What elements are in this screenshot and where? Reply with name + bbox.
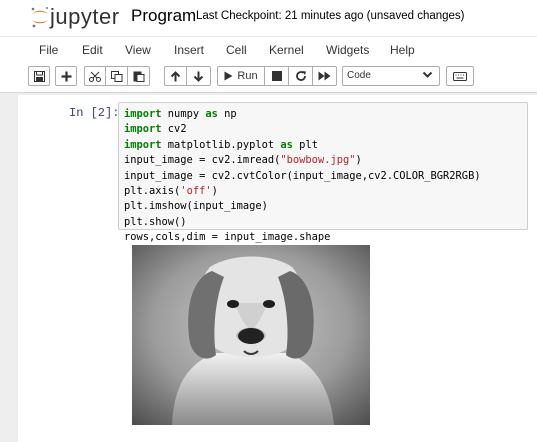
dog-right-eye (263, 300, 275, 308)
code-token: numpy (161, 108, 206, 120)
code-keyword: as (280, 138, 293, 151)
checkpoint-status: Last Checkpoint: 21 minutes ago (unsaved… (196, 10, 465, 22)
paste-icon (133, 71, 144, 82)
arrow-down-icon (193, 71, 204, 82)
menu-kernel[interactable]: Kernel (269, 43, 304, 57)
code-editor[interactable]: import numpy as np import cv2 import matpl… (118, 102, 528, 243)
copy-icon (110, 70, 122, 82)
save-icon (33, 70, 45, 82)
code-token: plt.show() (124, 215, 187, 228)
code-line[interactable]: import numpy as np (124, 107, 527, 122)
restart-icon (295, 71, 306, 81)
dog-left-eye (227, 300, 239, 308)
code-string: 'off' (180, 184, 212, 197)
code-line[interactable]: rows,cols,dim = input_image.shape (124, 230, 527, 245)
copy-button[interactable] (106, 66, 128, 86)
code-token: np (217, 108, 237, 120)
code-line[interactable]: import matplotlib.pyplot as plt (124, 138, 527, 153)
paste-button[interactable] (128, 66, 150, 86)
menu-cell[interactable]: Cell (226, 43, 247, 57)
code-line[interactable]: plt.imshow(input_image) (124, 199, 527, 214)
code-keyword: import (124, 108, 162, 120)
arrow-up-icon (170, 70, 181, 81)
code-token: input_image = cv2.imread( (124, 154, 281, 167)
save-button[interactable] (28, 66, 50, 86)
code-line[interactable]: input_image = cv2.imread("bowbow.jpg") (124, 153, 527, 168)
code-token: ) (355, 154, 362, 167)
code-line[interactable]: plt.show() (124, 215, 527, 230)
restart-button[interactable] (289, 66, 313, 86)
cell-prompt: In [2]: (69, 106, 120, 120)
code-token: matplotlib.pyplot (161, 138, 281, 151)
code-token: plt.imshow(input_image) (124, 200, 268, 213)
move-up-button[interactable] (164, 66, 187, 86)
code-token: rows,cols,dim = input_image.shape (124, 231, 331, 244)
code-line[interactable]: import cv2 (124, 122, 527, 137)
run-button[interactable]: Run (217, 66, 265, 86)
chevron-down-icon (422, 71, 433, 78)
play-icon (224, 71, 233, 81)
code-keyword: as (205, 108, 218, 120)
output-image (132, 245, 370, 425)
code-string: "bowbow.jpg" (280, 154, 356, 167)
run-label: Run (237, 70, 258, 82)
menu-insert[interactable]: Insert (174, 43, 204, 57)
menu-file[interactable]: File (39, 43, 58, 57)
cut-button[interactable] (84, 66, 106, 86)
fast-forward-icon (318, 71, 331, 81)
cut-icon (89, 71, 101, 82)
code-token: plt.axis( (124, 184, 181, 197)
add-cell-button[interactable] (55, 66, 77, 86)
cell-type-select[interactable]: Code (342, 66, 440, 86)
menu-widgets[interactable]: Widgets (326, 43, 369, 57)
restart-run-all-button[interactable] (313, 66, 337, 86)
move-down-button[interactable] (187, 66, 211, 86)
code-token: cv2 (161, 123, 187, 136)
cell-type-value: Code (347, 70, 371, 81)
menu-help[interactable]: Help (390, 43, 415, 57)
interrupt-button[interactable] (265, 66, 289, 86)
code-token: ) (211, 184, 218, 197)
code-keyword: import (124, 138, 162, 151)
keyboard-icon (453, 71, 467, 81)
menu-bar: File Edit View Insert Cell Kernel Widget… (0, 36, 537, 65)
logo-text: jupyter (50, 4, 120, 29)
code-keyword: import (124, 123, 162, 136)
menu-view[interactable]: View (125, 43, 151, 57)
toolbar: Run Code (0, 64, 537, 93)
stop-icon (271, 71, 282, 81)
code-line[interactable]: input_image = cv2.cvtColor(input_image,c… (124, 169, 527, 184)
header: jupyter Program Last Checkpoint: 21 minu… (0, 0, 537, 36)
code-token: plt (292, 138, 318, 151)
dog-nose (238, 328, 264, 344)
command-palette-button[interactable] (446, 66, 474, 86)
menu-edit[interactable]: Edit (82, 43, 103, 57)
code-token: input_image = cv2.cvtColor(input_image,c… (124, 169, 481, 182)
plus-icon (61, 71, 71, 81)
notebook-container: In [2]: import numpy as np import cv2 impo… (18, 95, 537, 442)
code-line[interactable]: plt.axis('off') (124, 184, 527, 199)
notebook-title[interactable]: Program (131, 6, 196, 26)
